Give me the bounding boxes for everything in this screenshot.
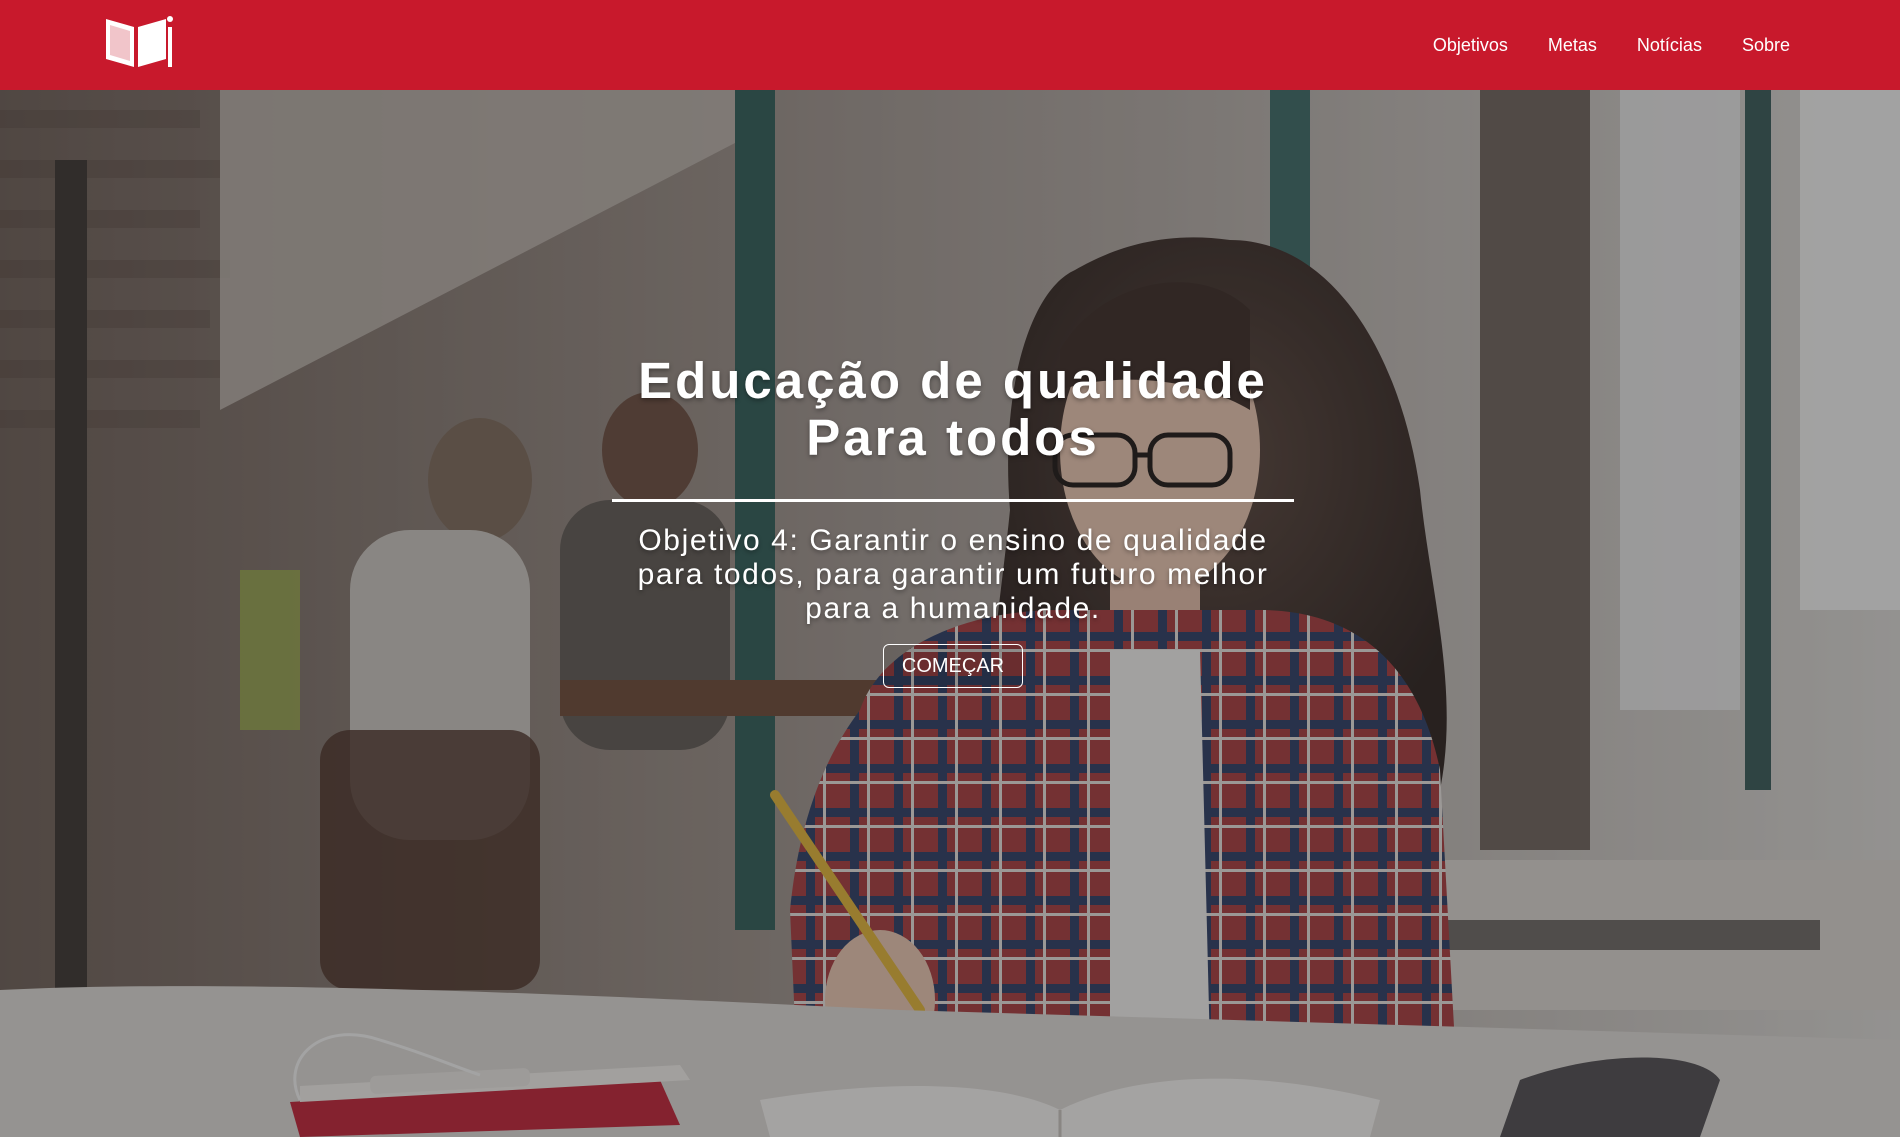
hero-title-line-2: Para todos [806,409,1100,466]
hero-subtitle: Objetivo 4: Garantir o ensino de qualida… [637,524,1269,625]
hero-title-line-1: Educação de qualidade [638,352,1268,409]
nav-link-sobre[interactable]: Sobre [1742,35,1790,56]
top-navbar: Objetivos Metas Notícias Sobre [0,0,1900,90]
nav-link-objetivos[interactable]: Objetivos [1433,35,1508,56]
open-book-icon[interactable] [104,13,174,71]
hero-divider [612,499,1294,502]
nav-link-metas[interactable]: Metas [1548,35,1597,56]
nav-link-noticias[interactable]: Notícias [1637,35,1702,56]
hero-title: Educação de qualidade Para todos [550,352,1356,466]
hero-content: Educação de qualidade Para todos Objetiv… [550,352,1356,688]
start-button[interactable]: COMEÇAR [882,644,1024,688]
hero-section: Educação de qualidade Para todos Objetiv… [0,90,1900,1137]
main-nav: Objetivos Metas Notícias Sobre [1393,0,1790,90]
